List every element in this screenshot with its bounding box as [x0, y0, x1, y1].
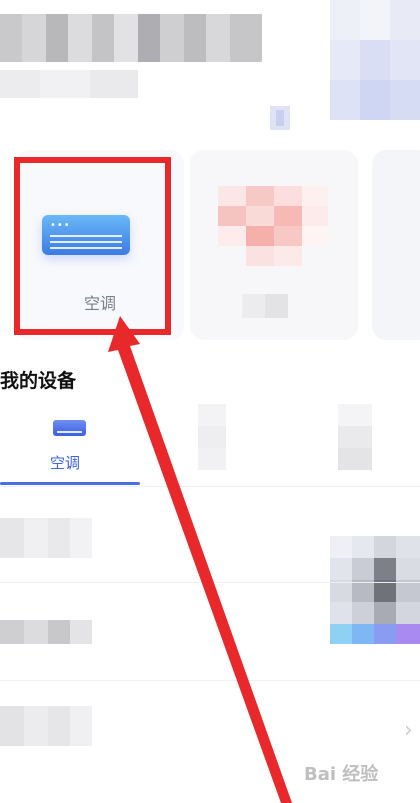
divider	[0, 486, 420, 487]
watermark: Bai 经验	[304, 764, 379, 785]
blurred-device-icon	[218, 186, 328, 266]
blurred-device-thumbnail	[330, 536, 420, 644]
blurred-header-subtitle	[0, 70, 138, 98]
tab-air-conditioner[interactable]: 空调	[50, 452, 80, 473]
highlight-box	[14, 157, 171, 335]
blurred-small-icon	[270, 106, 290, 130]
blurred-tab-2[interactable]	[198, 404, 226, 470]
blurred-list-text	[0, 620, 92, 644]
blurred-list-text	[0, 706, 92, 746]
blurred-list-text	[0, 518, 92, 558]
blurred-header-title	[0, 14, 262, 62]
divider	[0, 680, 420, 681]
divider	[0, 582, 420, 583]
device-card-3[interactable]	[372, 150, 420, 340]
active-tab-indicator	[0, 482, 140, 485]
blurred-device-label	[242, 294, 288, 318]
blurred-top-right-graphic	[330, 0, 420, 120]
air-conditioner-tab-icon	[53, 420, 86, 436]
blurred-tab-3[interactable]	[338, 404, 372, 470]
section-title: 我的设备	[0, 370, 77, 392]
chevron-right-icon[interactable]: ›	[404, 718, 413, 743]
